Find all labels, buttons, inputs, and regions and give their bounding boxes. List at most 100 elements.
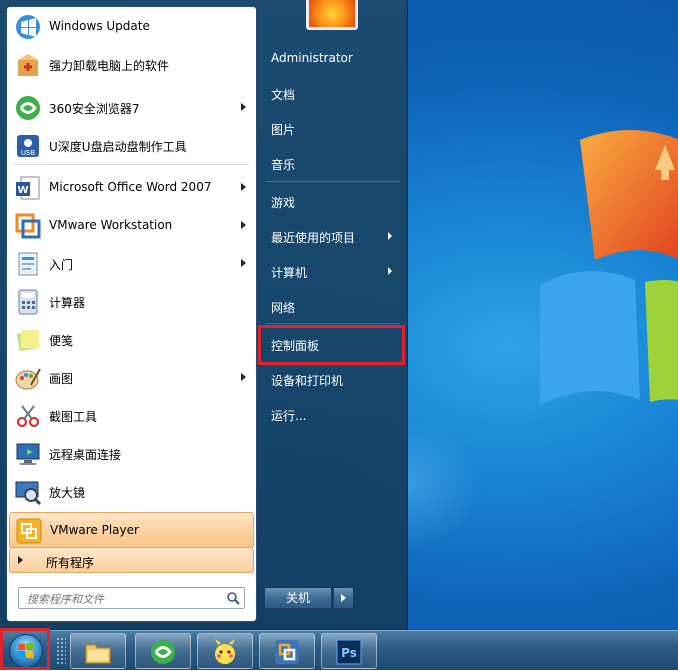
right-item-music[interactable]: 音乐 (262, 149, 404, 177)
submenu-arrow-icon[interactable] (241, 221, 246, 229)
submenu-arrow-icon[interactable] (241, 103, 246, 111)
all-programs-button[interactable]: 所有程序 (9, 547, 254, 573)
right-item-run[interactable]: 运行... (262, 400, 404, 428)
taskbar-photoshop[interactable]: Ps (321, 633, 377, 669)
submenu-arrow-icon[interactable] (241, 373, 246, 381)
program-vmware-workstation[interactable]: VMware Workstation (9, 208, 254, 244)
svg-text:USB: USB (21, 149, 36, 157)
right-item-label: 设备和打印机 (271, 374, 344, 388)
windows-logo-wallpaper (540, 130, 678, 405)
right-item-games[interactable]: 游戏 (262, 187, 404, 215)
right-item-label: 游戏 (271, 196, 296, 210)
right-separator (266, 323, 400, 324)
magnifier-icon (15, 481, 42, 506)
all-programs-arrow-icon (18, 556, 23, 564)
all-programs-label: 所有程序 (46, 556, 95, 570)
remote-desktop-icon (16, 443, 40, 465)
360-browser-icon (151, 640, 175, 664)
program-magnifier[interactable]: 放大镜 (9, 474, 254, 510)
right-item-pictures[interactable]: 图片 (262, 114, 404, 142)
submenu-arrow-icon[interactable] (241, 183, 246, 191)
program-getting-started[interactable]: 入门 (9, 246, 254, 282)
right-item-devices-printers[interactable]: 设备和打印机 (262, 365, 404, 393)
program-label: 强力卸载电脑上的软件 (49, 59, 170, 73)
chevron-right-icon (341, 594, 346, 602)
taskbar: Ps (0, 630, 678, 670)
file-explorer-icon (85, 644, 111, 664)
search-icon[interactable] (226, 591, 240, 605)
right-item-label: 图片 (271, 123, 296, 137)
right-separator (266, 181, 400, 182)
start-menu: Windows Update 强力卸载电脑上的软件 360安全浏览器7 USB … (0, 0, 408, 630)
taskbar-360-browser[interactable] (135, 633, 191, 669)
program-calculator[interactable]: 计算器 (9, 284, 254, 320)
calculator-icon (18, 289, 38, 315)
360-browser-icon (16, 96, 40, 120)
right-item-network[interactable]: 网络 (262, 292, 404, 320)
program-windows-update[interactable]: Windows Update (9, 9, 254, 45)
shutdown-options-button[interactable] (333, 587, 354, 609)
paint-icon (15, 368, 41, 390)
right-item-label: 计算机 (271, 266, 308, 280)
program-label: 计算器 (49, 296, 86, 310)
program-360-browser[interactable]: 360安全浏览器7 (9, 90, 254, 126)
right-item-recent-items[interactable]: 最近使用的项目 (262, 222, 404, 250)
search-box[interactable] (18, 587, 245, 609)
taskbar-file-explorer[interactable] (70, 633, 126, 669)
program-usb-tool[interactable]: USB U深度U盘启动盘制作工具 (9, 128, 254, 164)
right-item-computer[interactable]: 计算机 (262, 257, 404, 285)
program-label: 入门 (49, 258, 74, 272)
program-label: 截图工具 (49, 410, 98, 424)
right-item-label: 文档 (271, 88, 296, 102)
uninstall-box-icon (18, 54, 38, 76)
right-item-label: 音乐 (271, 158, 296, 172)
control-panel-highlight (258, 325, 405, 365)
right-item-label: 最近使用的项目 (271, 231, 356, 245)
user-account-picture[interactable] (306, 0, 358, 30)
program-label: Windows Update (49, 19, 150, 33)
search-input[interactable] (25, 590, 219, 608)
program-vmware-player[interactable]: VMware Player (9, 512, 254, 548)
getting-started-icon (18, 252, 38, 276)
taskbar-cartoon-app[interactable] (197, 633, 253, 669)
program-snipping-tool[interactable]: 截图工具 (9, 398, 254, 434)
submenu-arrow-icon[interactable] (241, 259, 246, 267)
program-label: 画图 (49, 372, 74, 386)
cartoon-app-icon (215, 639, 235, 664)
submenu-arrow-icon (388, 267, 392, 275)
svg-text:W: W (17, 185, 28, 196)
vmware-workstation-icon (15, 213, 41, 239)
taskbar-vmware[interactable] (259, 633, 315, 669)
right-item-documents[interactable]: 文档 (262, 79, 404, 107)
taskbar-grip[interactable] (56, 637, 66, 665)
pinned-separator (13, 164, 249, 165)
right-item-label: Administrator (271, 51, 353, 65)
program-label: 放大镜 (49, 486, 86, 500)
program-paint[interactable]: 画图 (9, 360, 254, 396)
program-label: VMware Player (50, 523, 139, 537)
vmware-player-icon (16, 518, 42, 544)
shutdown-button[interactable]: 关机 (264, 587, 332, 609)
program-remote-desktop[interactable]: 远程桌面连接 (9, 436, 254, 472)
windows-update-icon (16, 15, 40, 39)
program-label: U深度U盘启动盘制作工具 (49, 140, 187, 154)
word-icon: W (16, 176, 40, 200)
program-label: 便笺 (49, 334, 74, 348)
program-uninstaller[interactable]: 强力卸载电脑上的软件 (9, 47, 254, 83)
right-item-label: 网络 (271, 301, 296, 315)
program-sticky-notes[interactable]: 便笺 (9, 322, 254, 358)
shutdown-button-group: 关机 (264, 587, 354, 609)
program-label: VMware Workstation (49, 218, 173, 232)
submenu-arrow-icon (388, 232, 392, 240)
program-word-2007[interactable]: W Microsoft Office Word 2007 (9, 170, 254, 206)
snipping-tool-icon (17, 405, 39, 427)
photoshop-icon: Ps (336, 639, 362, 665)
svg-text:Ps: Ps (341, 646, 357, 660)
usb-tool-icon: USB (17, 135, 39, 157)
programs-pane: Windows Update 强力卸载电脑上的软件 360安全浏览器7 USB … (6, 6, 257, 622)
vmware-icon (275, 640, 299, 664)
right-item-label: 运行... (271, 409, 307, 423)
right-item-administrator[interactable]: Administrator (262, 44, 404, 72)
sticky-notes-icon (16, 330, 39, 352)
program-label: 远程桌面连接 (49, 448, 122, 462)
